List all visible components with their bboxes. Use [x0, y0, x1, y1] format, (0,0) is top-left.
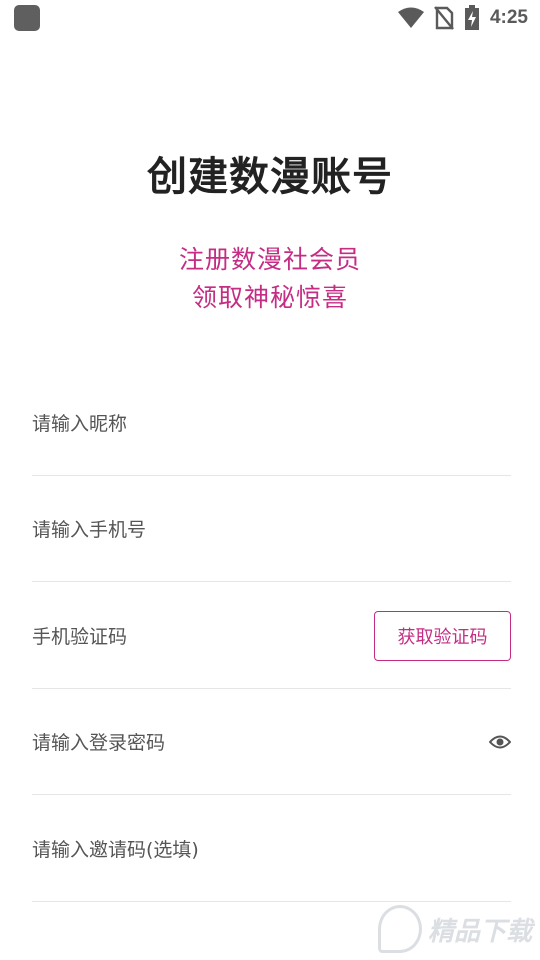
- eye-icon[interactable]: [489, 734, 511, 750]
- page-title: 创建数漫账号: [147, 154, 393, 200]
- nickname-placeholder: 请输入昵称: [32, 413, 128, 435]
- phone-field[interactable]: 请输入手机号: [32, 476, 511, 582]
- status-bar: 4:25: [0, 0, 540, 36]
- password-placeholder: 请输入登录密码: [32, 732, 166, 754]
- invite-code-placeholder: 请输入邀请码(选填): [32, 839, 199, 861]
- app-icon: [14, 5, 40, 31]
- wifi-icon: [397, 7, 424, 29]
- get-code-button[interactable]: 获取验证码: [374, 610, 511, 661]
- nickname-field[interactable]: 请输入昵称: [32, 370, 511, 476]
- phone-placeholder: 请输入手机号: [32, 519, 147, 541]
- no-sim-icon: [434, 6, 454, 30]
- battery-charging-icon: [464, 5, 480, 31]
- watermark-text: 精品下载: [428, 916, 533, 947]
- password-field[interactable]: 请输入登录密码: [32, 689, 511, 795]
- verification-code-field[interactable]: 手机验证码 获取验证码: [32, 583, 511, 689]
- status-icons: 4:25: [397, 5, 528, 31]
- watermark-logo-icon: [378, 905, 422, 953]
- subtitle-line-2: 领取神秘惊喜: [191, 283, 348, 312]
- clock: 4:25: [489, 7, 528, 28]
- watermark: 精品下载: [378, 900, 538, 958]
- verification-code-placeholder: 手机验证码: [32, 626, 128, 648]
- invite-code-field[interactable]: 请输入邀请码(选填): [32, 796, 511, 902]
- subtitle-line-1: 注册数漫社会员: [178, 245, 361, 274]
